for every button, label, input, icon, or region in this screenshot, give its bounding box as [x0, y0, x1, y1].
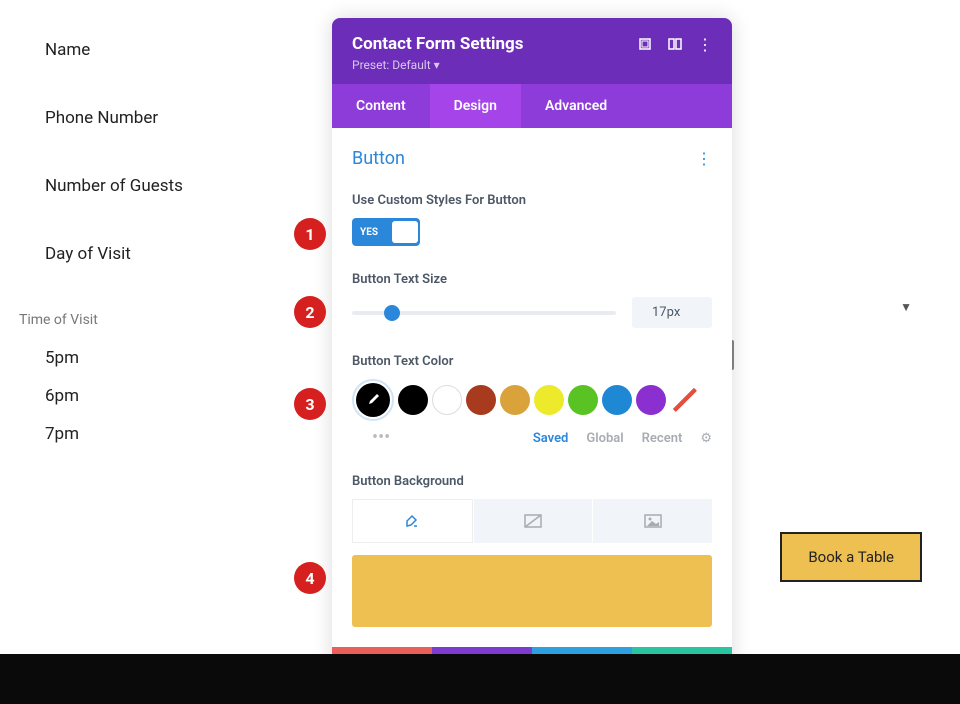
settings-modal: Contact Form Settings ⋮ Preset: Default … — [332, 18, 732, 693]
text-size-label: Button Text Size — [352, 272, 712, 287]
text-size-slider[interactable] — [352, 311, 616, 315]
tab-content[interactable]: Content — [332, 84, 430, 128]
annotation-4: 4 — [294, 562, 326, 594]
text-size-value[interactable]: 17px — [632, 297, 712, 328]
tab-design[interactable]: Design — [430, 84, 521, 128]
tab-advanced[interactable]: Advanced — [521, 84, 631, 128]
more-dots-icon[interactable]: ••• — [352, 427, 390, 448]
swatch-gold[interactable] — [500, 385, 530, 415]
field-guests[interactable]: Number of Guests — [45, 176, 183, 196]
slider-thumb[interactable] — [384, 305, 400, 321]
bg-label: Button Background — [352, 474, 712, 489]
annotation-1: 1 — [294, 218, 326, 250]
custom-styles-label: Use Custom Styles For Button — [352, 193, 712, 208]
tabs: Content Design Advanced — [332, 84, 732, 128]
color-tab-global[interactable]: Global — [586, 431, 623, 446]
section-title[interactable]: Button — [352, 148, 405, 169]
preset-label[interactable]: Preset: Default ▾ — [352, 58, 712, 72]
field-day[interactable]: Day of Visit — [45, 244, 183, 264]
time-5pm[interactable]: 5pm — [45, 348, 183, 368]
modal-header: Contact Form Settings ⋮ Preset: Default … — [332, 18, 732, 84]
swatch-green[interactable] — [568, 385, 598, 415]
text-color-label: Button Text Color — [352, 354, 712, 369]
eyedropper-icon — [356, 383, 390, 417]
toggle-knob — [392, 221, 418, 243]
chevron-down-icon[interactable]: ▼ — [900, 300, 912, 314]
bg-tab-color[interactable] — [352, 499, 473, 543]
color-tab-saved[interactable]: Saved — [533, 431, 569, 446]
bg-tab-gradient[interactable] — [474, 499, 593, 543]
swatch-black[interactable] — [398, 385, 428, 415]
kebab-icon[interactable]: ⋮ — [698, 37, 712, 51]
time-7pm[interactable]: 7pm — [45, 424, 183, 444]
swatch-yellow[interactable] — [534, 385, 564, 415]
bg-tab-image[interactable] — [593, 499, 712, 543]
custom-styles-toggle[interactable]: YES — [352, 218, 420, 246]
annotation-2: 2 — [294, 296, 326, 328]
color-swatches — [352, 379, 712, 421]
book-table-button[interactable]: Book a Table — [780, 532, 922, 582]
section-kebab-icon[interactable]: ⋮ — [696, 149, 712, 168]
field-name[interactable]: Name — [45, 40, 183, 60]
time-6pm[interactable]: 6pm — [45, 386, 183, 406]
gear-icon[interactable]: ⚙ — [700, 431, 712, 446]
modal-body: Button ⋮ Use Custom Styles For Button YE… — [332, 128, 732, 647]
field-phone[interactable]: Phone Number — [45, 108, 183, 128]
page-footer — [0, 654, 960, 704]
swatch-purple[interactable] — [636, 385, 666, 415]
annotation-3: 3 — [294, 388, 326, 420]
eyedropper-swatch[interactable] — [352, 379, 394, 421]
swatch-transparent[interactable] — [670, 385, 700, 415]
columns-icon[interactable] — [668, 37, 682, 51]
form-fields: Name Phone Number Number of Guests Day o… — [0, 0, 183, 462]
expand-icon[interactable] — [638, 37, 652, 51]
swatch-darkred[interactable] — [466, 385, 496, 415]
time-section-label: Time of Visit — [19, 312, 183, 328]
swatch-blue[interactable] — [602, 385, 632, 415]
bg-color-preview[interactable] — [352, 555, 712, 627]
modal-title: Contact Form Settings — [352, 34, 524, 54]
toggle-value: YES — [354, 227, 378, 238]
swatch-white[interactable] — [432, 385, 462, 415]
color-tab-recent[interactable]: Recent — [642, 431, 683, 446]
